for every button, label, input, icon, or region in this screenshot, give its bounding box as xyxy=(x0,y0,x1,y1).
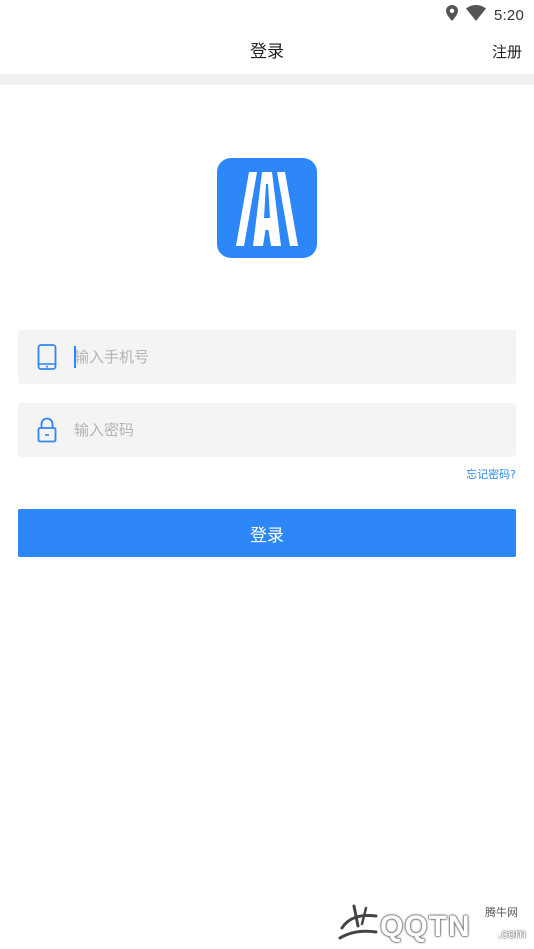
header-divider xyxy=(0,74,534,85)
forgot-password-link[interactable]: 忘记密码? xyxy=(466,466,516,482)
lock-icon xyxy=(36,416,58,444)
watermark-logo-icon xyxy=(338,904,378,940)
app-logo-a-icon xyxy=(217,158,317,258)
login-button[interactable]: 登录 xyxy=(18,509,516,557)
register-link[interactable]: 注册 xyxy=(492,30,522,74)
phone-icon xyxy=(36,343,58,371)
phone-field[interactable] xyxy=(18,330,516,384)
wifi-icon xyxy=(466,4,486,25)
status-icons: 5:20 xyxy=(446,4,524,26)
status-bar: 5:20 xyxy=(0,0,534,30)
password-input[interactable] xyxy=(74,403,494,457)
status-time: 5:20 xyxy=(494,6,524,24)
password-field[interactable] xyxy=(18,403,516,457)
watermark-small-text: 腾牛网 xyxy=(485,906,518,919)
page-title: 登录 xyxy=(250,42,284,62)
text-cursor xyxy=(74,346,76,368)
watermark-brand-text: QQTN xyxy=(380,910,471,943)
watermark: 腾牛网 QQTN .com xyxy=(336,896,530,946)
location-icon xyxy=(446,5,458,25)
watermark-suffix: .com xyxy=(497,926,526,941)
phone-input[interactable] xyxy=(74,330,494,384)
nav-bar: 登录 注册 xyxy=(0,30,534,74)
